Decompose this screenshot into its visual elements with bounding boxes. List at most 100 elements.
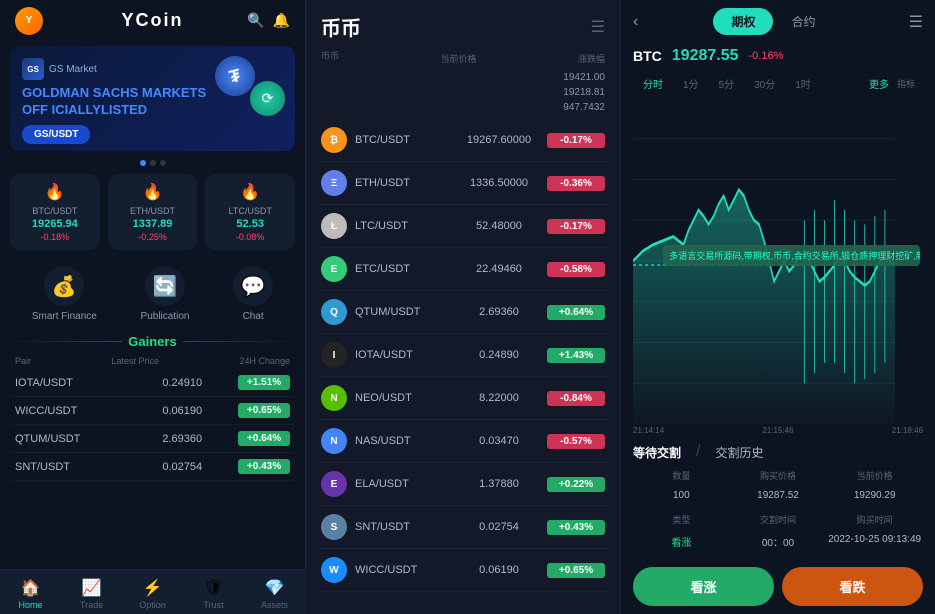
btc-price: 19265.94 — [18, 218, 92, 230]
ltc-pair: LTC/USDT — [213, 206, 287, 216]
chart-tabs: 期权 合约 — [713, 8, 833, 35]
col-change: 24H Change — [239, 356, 290, 366]
coin-list-item[interactable]: N NEO/USDT 8.22000 -0.84% — [318, 377, 608, 420]
bear-button[interactable]: 看跌 — [782, 567, 923, 606]
coin-price: 52.48000 — [451, 220, 547, 232]
quick-menu: 💰 Smart Finance 🔄 Publication 💬 Chat — [0, 258, 305, 330]
coin-change: +0.43% — [547, 520, 605, 535]
coin-list-item[interactable]: Q QTUM/USDT 2.69360 +0.64% — [318, 291, 608, 334]
table-row[interactable]: SNT/USDT 0.02754 +0.43% — [10, 453, 295, 481]
gs-icon: GS — [22, 58, 44, 80]
tab-1m[interactable]: 1分 — [673, 73, 709, 94]
coin-price: 8.22000 — [451, 392, 547, 404]
table-row[interactable]: QTUM/USDT 2.69360 +0.64% — [10, 425, 295, 453]
tab-futures[interactable]: 合约 — [773, 8, 833, 35]
trade-table-header2: 类型 交割时间 购买时间 — [633, 509, 923, 530]
tab-30m[interactable]: 30分 — [744, 73, 785, 94]
coin-list-item[interactable]: Ε ETC/USDT 22.49460 -0.58% — [318, 248, 608, 291]
chart-menu-icon[interactable]: ☰ — [909, 12, 923, 32]
home-icon: 🏠 — [21, 578, 41, 598]
col-price: Latest Price — [111, 356, 159, 366]
coin-price: 0.03470 — [451, 435, 547, 447]
price-card-btc[interactable]: 🔥 BTC/USDT 19265.94 -0.18% — [10, 174, 100, 250]
tab-5m[interactable]: 5分 — [709, 73, 745, 94]
price-num-1: 19421.00 — [563, 71, 605, 85]
chat-icon: 💬 — [233, 266, 273, 306]
nav-option-label: Option — [139, 600, 166, 610]
chart-header: ‹ 期权 合约 ☰ — [621, 0, 935, 43]
row-price: 2.69360 — [127, 433, 239, 445]
coin-list-item[interactable]: N NAS/USDT 0.03470 -0.57% — [318, 420, 608, 463]
td-qty: 100 — [633, 490, 730, 501]
coin-list-item[interactable]: Ł LTC/USDT 52.48000 -0.17% — [318, 205, 608, 248]
coin-change: -0.84% — [547, 391, 605, 406]
coin-icon: ₿ — [321, 127, 347, 153]
coin-list-panel: 币币 ☰ 币币 当前价格 涨跌幅 19421.00 19218.81 947.7… — [305, 0, 620, 614]
coin-icon: S — [321, 514, 347, 540]
tab-options[interactable]: 期权 — [713, 8, 773, 35]
panel2-menu-icon[interactable]: ☰ — [591, 17, 605, 37]
indicator-button[interactable]: 指标 — [889, 74, 923, 93]
coin-list-item[interactable]: S SNT/USDT 0.02754 +0.43% — [318, 506, 608, 549]
nav-trade[interactable]: 📈 Trade — [61, 578, 122, 610]
tab-1h[interactable]: 1时 — [785, 73, 821, 94]
td-cur-price: 19290.29 — [826, 490, 923, 501]
coin-price: 0.24890 — [451, 349, 547, 361]
coin-list-item[interactable]: Ξ ETH/USDT 1336.50000 -0.36% — [318, 162, 608, 205]
notification-icon[interactable]: 🔔 — [273, 12, 290, 29]
app-header: Y YCoin 🔍 🔔 — [0, 0, 305, 41]
time-label-3: 21:18:46 — [892, 426, 923, 435]
banner[interactable]: GS GS Market GOLDMAN SACHS MARKETS OFF I… — [10, 46, 295, 151]
search-icon[interactable]: 🔍 — [247, 12, 264, 29]
btc-change: -0.18% — [18, 232, 92, 242]
publication-menu-item[interactable]: 🔄 Publication — [141, 266, 190, 322]
price-num-3: 947.7432 — [563, 101, 605, 115]
row-change: +0.43% — [238, 459, 290, 474]
coin-price: 1336.50000 — [451, 177, 547, 189]
nav-assets[interactable]: 💎 Assets — [244, 578, 305, 610]
coin-list-item[interactable]: W WICC/USDT 0.06190 +0.65% — [318, 549, 608, 592]
coin-list-item[interactable]: E ELA/USDT 1.37880 +0.22% — [318, 463, 608, 506]
ltc-change: -0.08% — [213, 232, 287, 242]
btc-info: BTC 19287.55 -0.16% — [621, 43, 935, 69]
col-coinname: 币币 — [321, 49, 339, 62]
nav-home[interactable]: 🏠 Home — [0, 578, 61, 610]
price-card-eth[interactable]: 🔥 ETH/USDT 1337.89 -0.25% — [108, 174, 198, 250]
ycoin-panel: Y YCoin 🔍 🔔 GS GS Market GOLDMAN SACHS M… — [0, 0, 305, 614]
tab-history[interactable]: 交割历史 — [715, 444, 763, 461]
ltc-price: 52.53 — [213, 218, 287, 230]
nav-trust[interactable]: 🛡 Trust — [183, 578, 244, 610]
eth-fire-icon: 🔥 — [116, 182, 190, 202]
chat-menu-item[interactable]: 💬 Chat — [233, 266, 273, 322]
coin-price: 0.06190 — [451, 564, 547, 576]
col-change-pct: 涨跌幅 — [578, 54, 605, 64]
tab-realtime[interactable]: 分时 — [633, 73, 673, 94]
assets-icon: 💎 — [265, 578, 285, 598]
tab-more[interactable]: 更多 — [869, 76, 889, 91]
back-button[interactable]: ‹ — [633, 13, 638, 31]
bull-button[interactable]: 看涨 — [633, 567, 774, 606]
btc-fire-icon: 🔥 — [18, 182, 92, 202]
coin-icon: Ξ — [321, 170, 347, 196]
app-logo: Y — [15, 7, 43, 35]
time-labels: 21:14:14 21:15:46 21:18:46 — [621, 424, 935, 437]
coin-name: ETC/USDT — [355, 263, 451, 275]
table-row[interactable]: IOTA/USDT 0.24910 +1.51% — [10, 369, 295, 397]
gainers-line-right — [183, 341, 295, 342]
nav-trust-label: Trust — [203, 600, 223, 610]
coin-icon: Ε — [321, 256, 347, 282]
trade-row2: 看涨 00：00 2022-10-25 09:13:49 — [633, 530, 923, 553]
smart-finance-menu-item[interactable]: 💰 Smart Finance — [32, 266, 97, 322]
gainers-header: Gainers — [0, 330, 305, 353]
option-icon: ⚡ — [143, 578, 163, 598]
coin-name: ETH/USDT — [355, 177, 451, 189]
nav-option[interactable]: ⚡ Option — [122, 578, 183, 610]
price-card-ltc[interactable]: 🔥 LTC/USDT 52.53 -0.08% — [205, 174, 295, 250]
trade-icon: 📈 — [82, 578, 102, 598]
coin-list-item[interactable]: I IOTA/USDT 0.24890 +1.43% — [318, 334, 608, 377]
col-current-price: 当前价格 — [440, 54, 476, 64]
tab-pending[interactable]: 等待交割 — [633, 444, 681, 461]
table-row[interactable]: WICC/USDT 0.06190 +0.65% — [10, 397, 295, 425]
nav-home-label: Home — [18, 600, 42, 610]
coin-list-item[interactable]: ₿ BTC/USDT 19267.60000 -0.17% — [318, 119, 608, 162]
